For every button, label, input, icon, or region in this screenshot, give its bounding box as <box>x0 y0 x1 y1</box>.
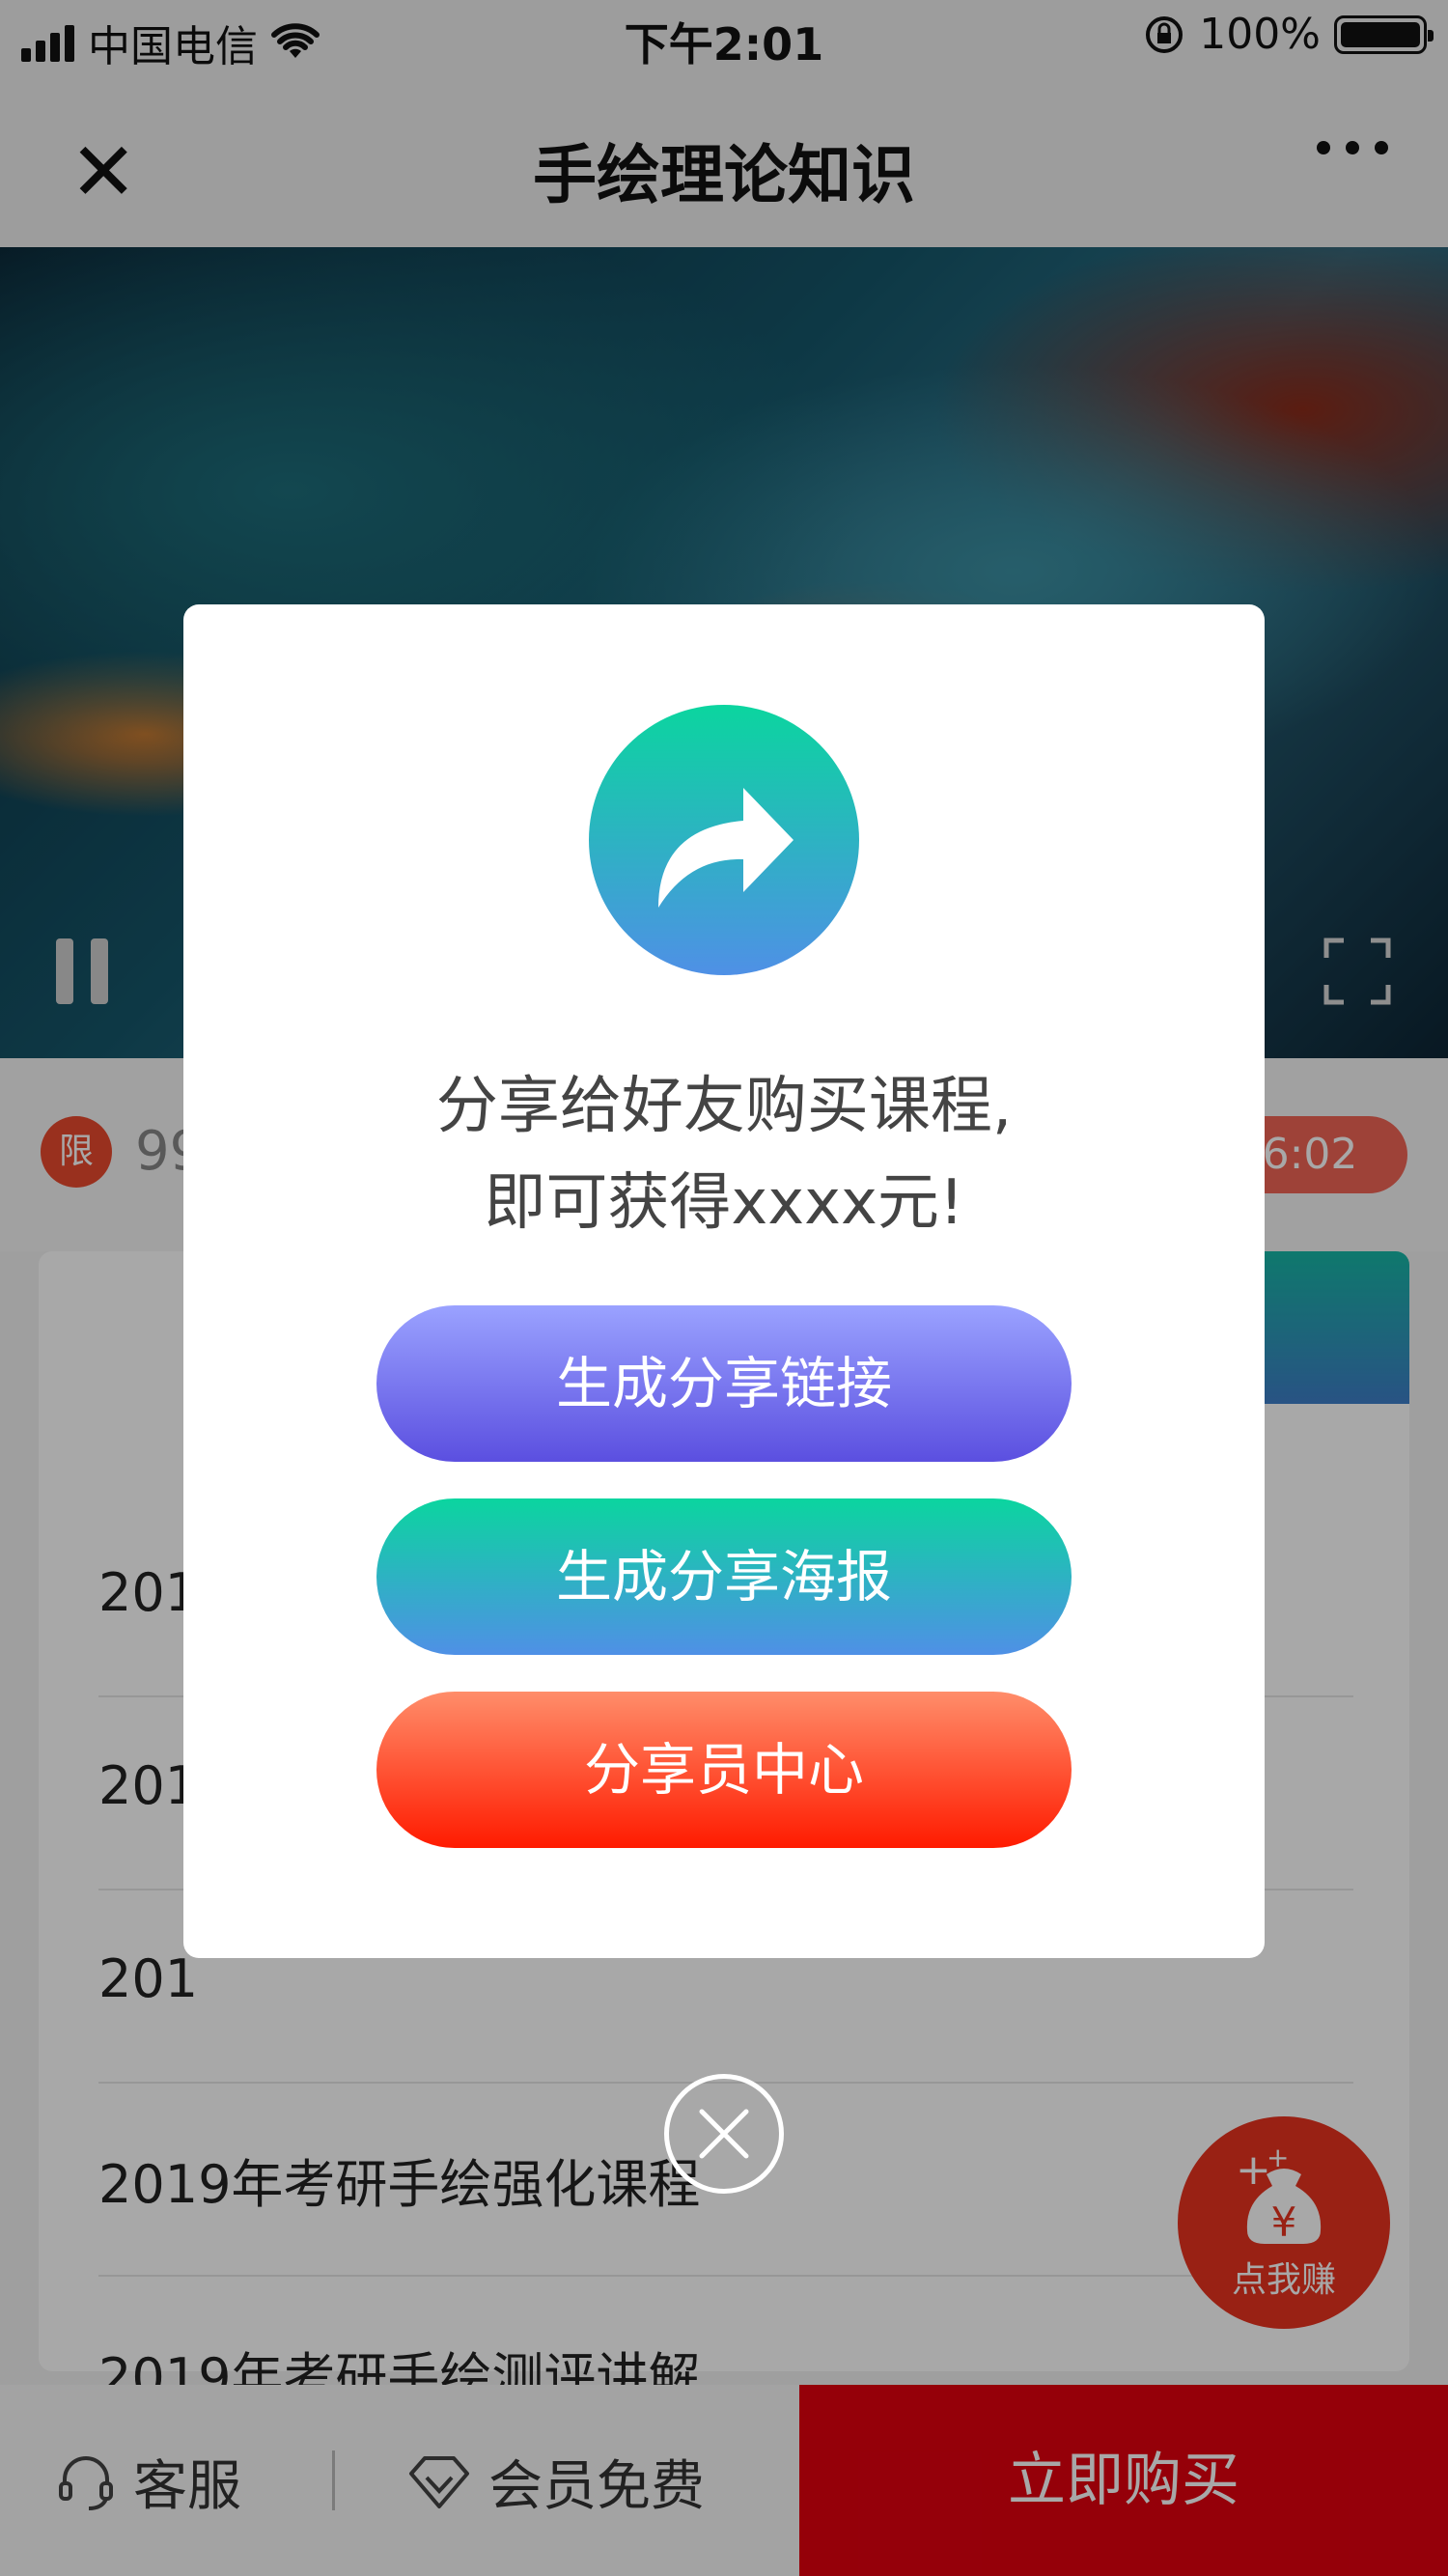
generate-share-poster-button[interactable]: 生成分享海报 <box>376 1498 1072 1655</box>
close-circle-icon[interactable] <box>664 2074 784 2194</box>
share-message: 分享给好友购买课程, 即可获得xxxx元! <box>183 1058 1265 1251</box>
share-message-line2: 即可获得xxxx元! <box>484 1167 964 1239</box>
share-message-line1: 分享给好友购买课程, <box>435 1071 1013 1142</box>
share-icon <box>589 705 859 975</box>
generate-share-link-button[interactable]: 生成分享链接 <box>376 1305 1072 1462</box>
sharer-center-button[interactable]: 分享员中心 <box>376 1692 1072 1848</box>
share-modal: 分享给好友购买课程, 即可获得xxxx元! 生成分享链接 生成分享海报 分享员中… <box>183 604 1265 1958</box>
